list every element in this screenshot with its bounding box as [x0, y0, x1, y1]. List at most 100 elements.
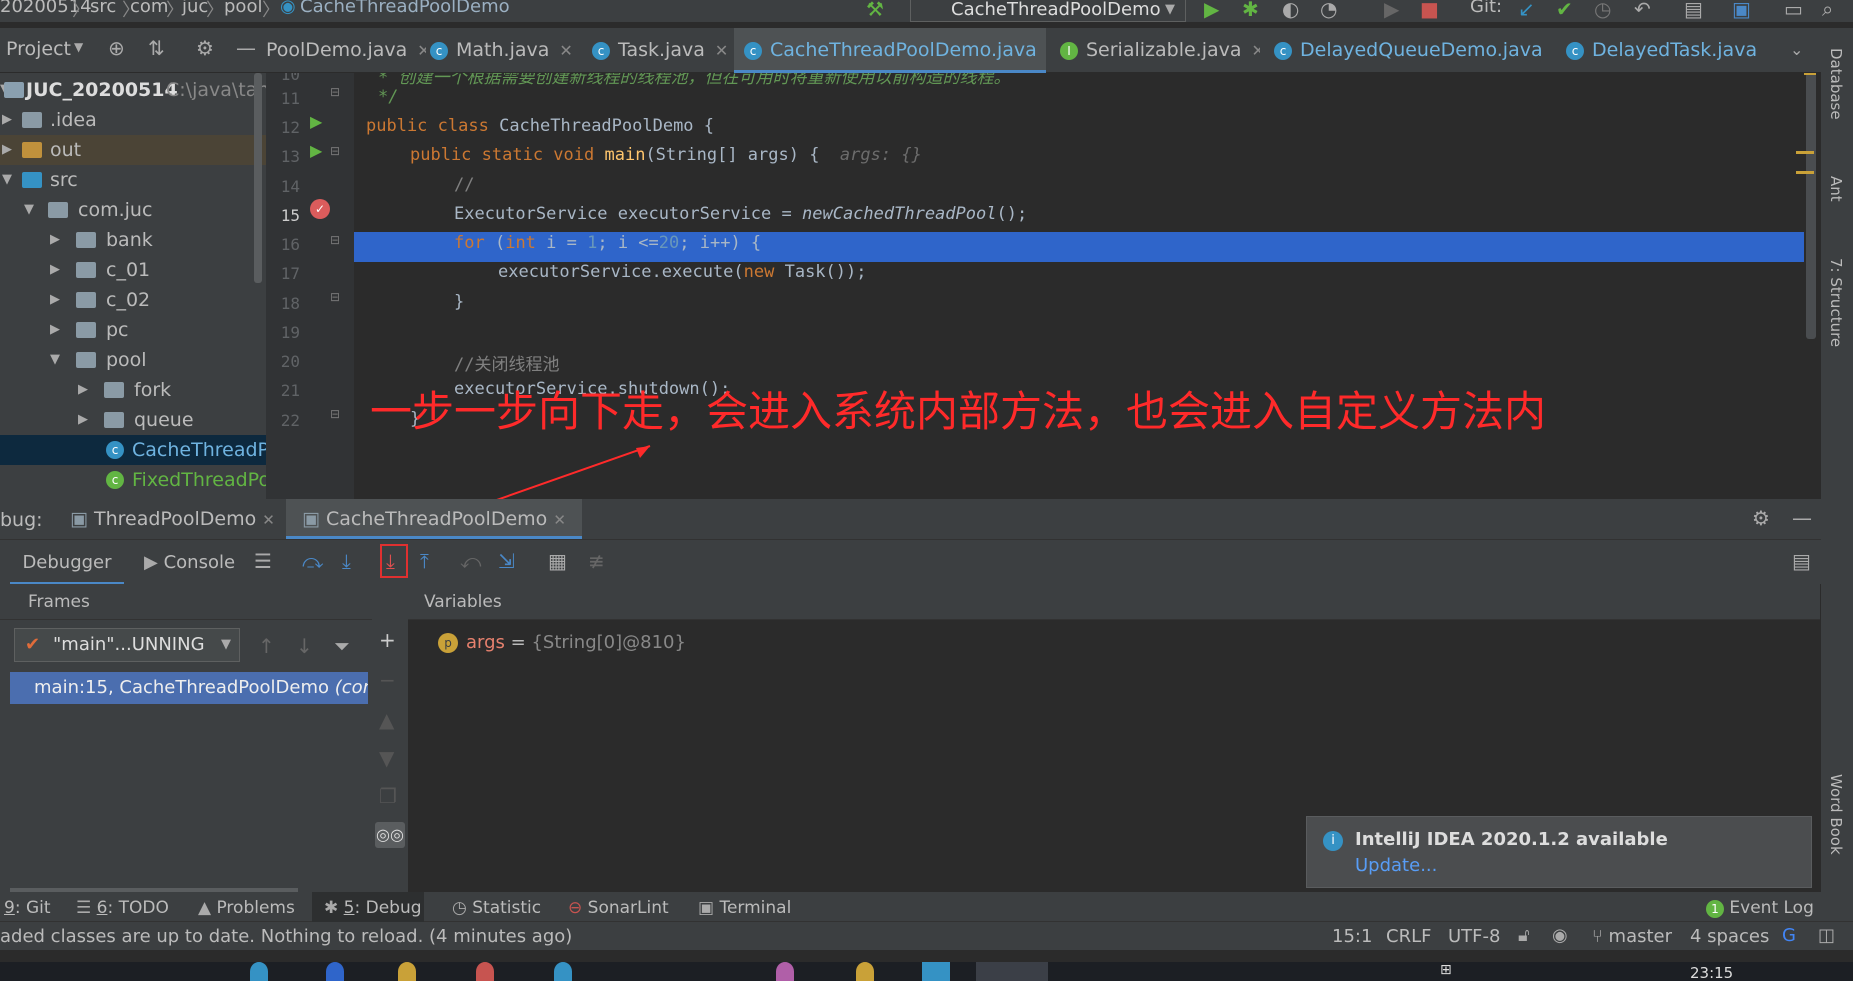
error-stripe[interactable]: [1796, 151, 1814, 154]
tab-cacheThreadPoolDemo[interactable]: cCacheThreadPoolDemo.java✕: [734, 28, 1046, 73]
tree-item-cacheThreadPoolDemo[interactable]: cCacheThreadPoolDemo: [0, 435, 266, 465]
database-tool[interactable]: Database: [1827, 48, 1845, 120]
tree-item-queue[interactable]: ▶ queue: [0, 405, 266, 435]
revert-icon[interactable]: ↶: [1634, 0, 1651, 21]
app-icon[interactable]: [398, 962, 416, 981]
app-icon[interactable]: [856, 962, 874, 981]
fold-icon[interactable]: ⊟: [330, 233, 340, 247]
trace-icon[interactable]: ≢: [588, 549, 605, 573]
arrow-up-icon[interactable]: ↑: [258, 634, 275, 658]
breadcrumb-com[interactable]: com: [130, 0, 168, 17]
close-icon[interactable]: ✕: [262, 511, 275, 529]
locate-icon[interactable]: ⊕: [108, 36, 125, 60]
git-branch[interactable]: ⑂ master: [1592, 926, 1672, 947]
close-icon[interactable]: ✕: [1252, 41, 1260, 60]
app-icon[interactable]: [554, 962, 572, 981]
drop-frame-icon[interactable]: ⤺: [460, 549, 481, 573]
problems-tool-button[interactable]: ▲ Problems: [198, 898, 295, 918]
copy-icon[interactable]: ❐: [379, 784, 397, 808]
build-hammer-icon[interactable]: ⚒: [866, 0, 884, 21]
file-encoding[interactable]: UTF-8: [1448, 926, 1500, 947]
caret-position[interactable]: 15:1: [1332, 926, 1372, 947]
search-icon[interactable]: ⌕: [1822, 0, 1833, 21]
project-view-select[interactable]: Project: [6, 38, 71, 60]
todo-tool-button[interactable]: ☰ 6: TODO: [76, 898, 169, 918]
tab-math[interactable]: c Math.java ✕: [430, 28, 582, 73]
ant-tool[interactable]: Ant: [1827, 176, 1845, 202]
gear-icon[interactable]: ⚙: [196, 36, 214, 60]
breakpoint-icon[interactable]: ✓: [310, 199, 330, 219]
sonarlint-tool-button[interactable]: ⊖ SonarLint: [568, 898, 669, 918]
tree-item-bank[interactable]: ▶ bank: [0, 225, 266, 255]
tab-console[interactable]: ▶ Console: [144, 540, 235, 585]
app-icon[interactable]: [922, 962, 950, 981]
fold-icon[interactable]: ⊟: [330, 407, 340, 421]
update-link[interactable]: Update...: [1355, 855, 1437, 876]
profile-icon[interactable]: ◔: [1320, 0, 1337, 21]
close-icon[interactable]: ✕: [715, 41, 728, 60]
tree-item-fixedThreadPoolDemo[interactable]: cFixedThreadPoolDemo: [0, 465, 266, 495]
tree-item-out[interactable]: ▶ out: [0, 135, 266, 165]
tree-item-idea[interactable]: ▶ .idea: [0, 105, 266, 135]
app-icon[interactable]: [776, 962, 794, 981]
tab-poolDemo[interactable]: PoolDemo.java ✕: [266, 28, 426, 73]
breadcrumb-pool[interactable]: pool: [224, 0, 262, 17]
indent-setting[interactable]: 4 spaces: [1690, 926, 1769, 947]
stop-icon[interactable]: ■: [1420, 0, 1439, 21]
google-icon[interactable]: G: [1782, 925, 1796, 946]
tree-item-fork[interactable]: ▶ fork: [0, 375, 266, 405]
step-into-icon[interactable]: ⤓: [342, 549, 351, 573]
close-icon[interactable]: ✕: [559, 41, 572, 60]
minimize-icon[interactable]: —: [236, 36, 256, 60]
remove-watch-icon[interactable]: −: [379, 668, 396, 692]
warning-marker[interactable]: [1804, 73, 1816, 75]
resume-icon[interactable]: ▶: [1384, 0, 1399, 21]
breadcrumb-juc[interactable]: juc: [182, 0, 208, 17]
update-notification[interactable]: i IntelliJ IDEA 2020.1.2 available Updat…: [1306, 816, 1812, 888]
wordbook-tool[interactable]: Word Book: [1827, 774, 1845, 855]
debug-icon[interactable]: ✱: [1242, 0, 1259, 21]
breadcrumb-src[interactable]: src: [90, 0, 116, 17]
tab-serializable[interactable]: I Serializable.java ✕: [1060, 28, 1260, 73]
tab-delayedQueueDemo[interactable]: cDelayedQueueDemo.java✕: [1274, 28, 1544, 73]
git-commit-icon[interactable]: ✔: [1556, 0, 1573, 21]
move-up-icon[interactable]: ▲: [379, 708, 394, 732]
step-out-icon[interactable]: ⤒: [420, 549, 429, 573]
fold-icon[interactable]: ⊟: [330, 85, 340, 99]
inspector-icon[interactable]: ◉: [1552, 925, 1568, 946]
evaluate-icon[interactable]: ▦: [548, 549, 567, 573]
run-icon[interactable]: ▶: [1204, 0, 1219, 21]
show-watches-icon[interactable]: ◎◎: [375, 822, 405, 848]
git-history-icon[interactable]: ◷: [1594, 0, 1611, 21]
run-to-cursor-icon[interactable]: ⇲: [498, 549, 515, 573]
run-gutter-icon[interactable]: ▶: [310, 112, 322, 131]
run-gutter-icon[interactable]: ▶: [310, 141, 322, 160]
tree-item-comjuc[interactable]: ▼ com.juc: [0, 195, 266, 225]
git-update-icon[interactable]: ↙: [1518, 0, 1535, 21]
collapse-icon[interactable]: ⇅: [148, 36, 165, 60]
app-icon[interactable]: [326, 962, 344, 981]
lock-icon[interactable]: 🔓︎: [1518, 925, 1530, 946]
terminal-tool-button[interactable]: ▣ Terminal: [698, 898, 791, 918]
structure-tool[interactable]: 7: Structure: [1827, 258, 1845, 347]
tree-item-pool[interactable]: ▼ pool: [0, 345, 266, 375]
tree-item-root[interactable]: ▼ JUC_20200514 C:\java\tank: [0, 75, 266, 105]
frame-item[interactable]: main:15, CacheThreadPoolDemo (com.: [10, 672, 368, 704]
thread-select[interactable]: ✔ "main"...UNNING ▼: [14, 628, 240, 662]
variable-row[interactable]: p args = {String[0]@810}: [438, 628, 686, 658]
tree-item-c01[interactable]: ▶ c_01: [0, 255, 266, 285]
close-icon[interactable]: ✕: [417, 41, 426, 60]
statistic-tool-button[interactable]: ◷ Statistic: [452, 898, 541, 918]
editor-scrollbar[interactable]: [1806, 73, 1816, 339]
tree-scrollbar[interactable]: [254, 73, 262, 283]
minimize-icon[interactable]: —: [1792, 506, 1812, 530]
tab-delayedTask[interactable]: cDelayedTask.java✕: [1566, 28, 1766, 73]
arrow-down-icon[interactable]: ↓: [296, 634, 313, 658]
presentation-icon[interactable]: ▭: [1784, 0, 1803, 21]
force-step-into-button[interactable]: ⤓: [380, 544, 408, 578]
line-separator[interactable]: CRLF: [1386, 926, 1431, 947]
tree-item-c02[interactable]: ▶ c_02: [0, 285, 266, 315]
git-tool-button[interactable]: 9: Git: [4, 898, 51, 918]
add-watch-icon[interactable]: +: [379, 628, 396, 652]
step-over-icon[interactable]: ⤼: [302, 549, 323, 573]
